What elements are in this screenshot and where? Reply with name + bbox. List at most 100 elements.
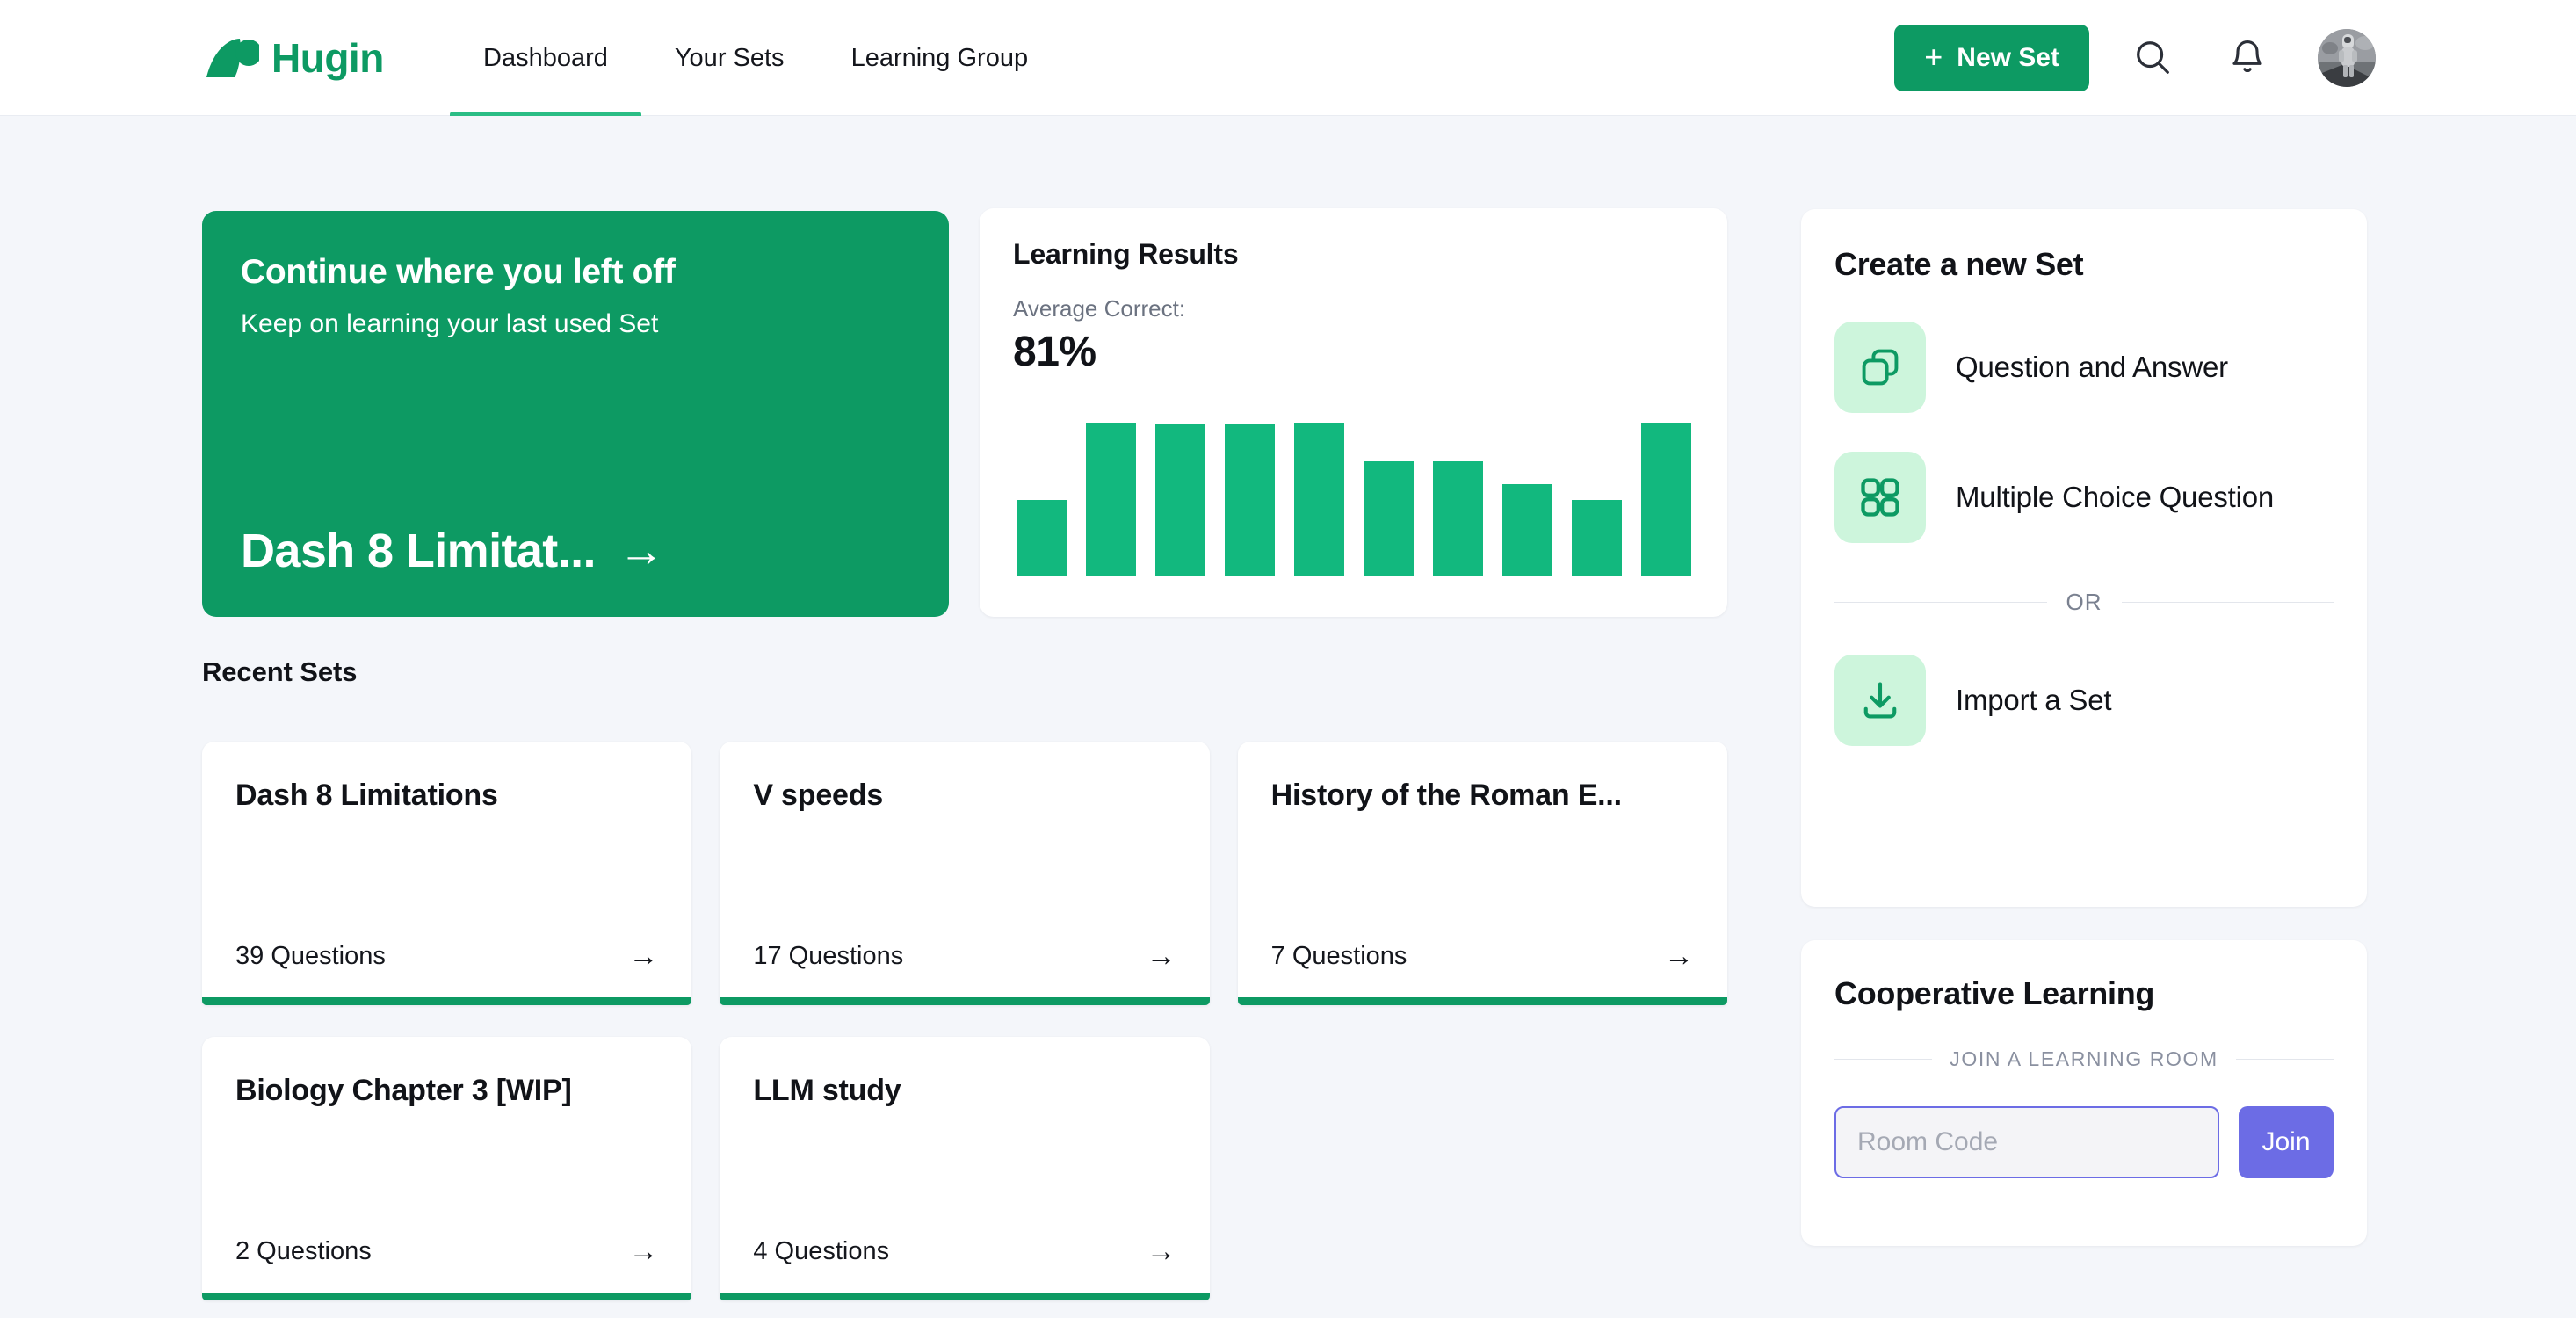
recent-set-question-count: 7 Questions — [1270, 941, 1407, 970]
recent-set-footer: 17 Questions → — [753, 941, 1176, 971]
main-nav: Dashboard Your Sets Learning Group — [450, 0, 1061, 116]
continue-learning-card[interactable]: Continue where you left off Keep on lear… — [202, 211, 949, 617]
recent-set-title: Dash 8 Limitations — [235, 778, 498, 812]
recent-set-card[interactable]: Biology Chapter 3 [WIP] 2 Questions → — [202, 1037, 692, 1300]
chart-bar-slot — [1215, 423, 1284, 576]
create-new-set-card: Create a new Set Question and Answer Mul… — [1801, 209, 2367, 907]
nav-item-your-sets-label: Your Sets — [674, 43, 785, 72]
continue-card-subtitle: Keep on learning your last used Set — [241, 309, 659, 338]
room-code-input[interactable] — [1834, 1106, 2219, 1178]
recent-set-card[interactable]: History of the Roman E... 7 Questions → — [1237, 742, 1727, 1005]
recent-set-footer: 39 Questions → — [235, 941, 658, 971]
recent-set-question-count: 2 Questions — [235, 1236, 372, 1265]
chart-bar-slot — [1146, 423, 1215, 576]
chart-bar — [1364, 460, 1414, 576]
arrow-right-icon[interactable]: → — [1664, 941, 1694, 971]
arrow-right-icon: → — [618, 525, 664, 576]
recent-set-title: LLM study — [753, 1074, 901, 1107]
join-room-divider: JOIN A LEARNING ROOM — [1834, 1047, 2334, 1071]
chart-bar-slot — [1423, 423, 1493, 576]
recent-set-card[interactable]: V speeds 17 Questions → — [720, 742, 1210, 1005]
hugin-bird-leaf-logo-icon — [205, 37, 262, 79]
join-room-divider-label: JOIN A LEARNING ROOM — [1950, 1047, 2218, 1070]
recent-set-footer: 2 Questions → — [235, 1236, 658, 1266]
or-divider-label: OR — [2066, 589, 2102, 615]
divider-line-right — [2235, 1059, 2334, 1060]
arrow-right-icon[interactable]: → — [628, 941, 658, 971]
grid-four-squares-icon — [1834, 452, 1926, 543]
search-button[interactable] — [2121, 26, 2184, 90]
recent-set-footer: 7 Questions → — [1271, 941, 1694, 971]
recent-set-question-count: 4 Questions — [753, 1236, 890, 1265]
brand-name: Hugin — [271, 35, 384, 81]
notifications-button[interactable] — [2216, 26, 2279, 90]
nav-item-dashboard-label: Dashboard — [483, 43, 608, 72]
chart-bar — [1017, 499, 1067, 576]
create-option-question-and-answer[interactable]: Question and Answer — [1834, 322, 2334, 413]
chart-bar — [1294, 423, 1344, 576]
brand-logo[interactable]: Hugin — [205, 28, 384, 88]
copy-cards-icon — [1834, 322, 1926, 413]
recent-set-card[interactable]: LLM study 4 Questions → — [720, 1037, 1210, 1300]
chart-bar — [1502, 484, 1552, 576]
chart-bar-slot — [1354, 423, 1423, 576]
app-header: Hugin Dashboard Your Sets Learning Group… — [0, 0, 2576, 116]
or-divider: OR — [1834, 589, 2334, 616]
nav-item-learning-group-label: Learning Group — [850, 43, 1029, 72]
chart-bar-slot — [1076, 423, 1146, 576]
arrow-right-icon[interactable]: → — [1147, 941, 1176, 971]
nav-item-learning-group[interactable]: Learning Group — [818, 0, 1062, 116]
nav-item-your-sets[interactable]: Your Sets — [641, 0, 818, 116]
recent-set-question-count: 39 Questions — [235, 941, 386, 970]
chart-bar — [1433, 460, 1483, 576]
chart-bar-slot — [1493, 423, 1562, 576]
chart-bar-slot — [1632, 423, 1701, 576]
chart-bar — [1641, 423, 1691, 576]
recent-set-question-count: 17 Questions — [753, 941, 904, 970]
cooperative-learning-card: Cooperative Learning JOIN A LEARNING ROO… — [1801, 940, 2367, 1246]
search-icon — [2132, 37, 2173, 80]
dashboard-page: Continue where you left off Keep on lear… — [0, 116, 2576, 1318]
divider-line-left — [1834, 1059, 1933, 1060]
chart-bar-slot — [1562, 423, 1632, 576]
learning-results-title: Learning Results — [1013, 238, 1239, 270]
arrow-right-icon[interactable]: → — [628, 1236, 658, 1266]
bell-icon — [2228, 38, 2267, 79]
download-tray-icon — [1834, 655, 1926, 746]
chart-bar — [1225, 424, 1275, 576]
recent-sets-heading: Recent Sets — [202, 656, 358, 687]
header-actions: + New Set — [1894, 0, 2376, 116]
arrow-right-icon[interactable]: → — [1147, 1236, 1176, 1266]
import-set-label: Import a Set — [1956, 684, 2112, 716]
avatar[interactable] — [2318, 29, 2376, 87]
divider-line-left — [1834, 602, 2047, 603]
chart-bar — [1572, 499, 1622, 576]
chart-bar-slot — [1284, 423, 1354, 576]
learning-results-card: Learning Results Average Correct: 81% — [980, 208, 1727, 617]
user-avatar-astronaut-icon — [2318, 29, 2376, 87]
average-correct-value: 81% — [1013, 329, 1096, 375]
chart-bar — [1155, 424, 1205, 576]
continue-card-set-name: Dash 8 Limitat... — [241, 525, 597, 577]
create-option-multiple-choice[interactable]: Multiple Choice Question — [1834, 452, 2334, 543]
recent-set-footer: 4 Questions → — [753, 1236, 1176, 1266]
continue-card-title: Continue where you left off — [241, 253, 676, 291]
recent-set-title: V speeds — [753, 778, 884, 812]
chart-bar — [1086, 423, 1136, 576]
create-option-label: Question and Answer — [1956, 351, 2228, 383]
new-set-button[interactable]: + New Set — [1894, 25, 2089, 91]
cooperative-learning-title: Cooperative Learning — [1834, 975, 2155, 1011]
recent-set-card[interactable]: Dash 8 Limitations 39 Questions → — [202, 742, 692, 1005]
recent-set-title: History of the Roman E... — [1270, 778, 1622, 812]
divider-line-right — [2121, 602, 2334, 603]
create-option-import-set[interactable]: Import a Set — [1834, 655, 2334, 746]
plus-icon: + — [1924, 38, 1943, 75]
continue-card-cta[interactable]: Dash 8 Limitat... → — [241, 524, 910, 578]
nav-item-dashboard[interactable]: Dashboard — [450, 0, 641, 116]
learning-results-bar-chart — [1007, 423, 1701, 576]
join-button[interactable]: Join — [2239, 1106, 2334, 1178]
recent-sets-grid: Dash 8 Limitations 39 Questions → V speeds 1… — [202, 742, 1727, 1300]
join-room-row: Join — [1834, 1106, 2334, 1178]
create-option-label: Multiple Choice Question — [1956, 481, 2275, 513]
new-set-button-label: New Set — [1957, 43, 2059, 72]
